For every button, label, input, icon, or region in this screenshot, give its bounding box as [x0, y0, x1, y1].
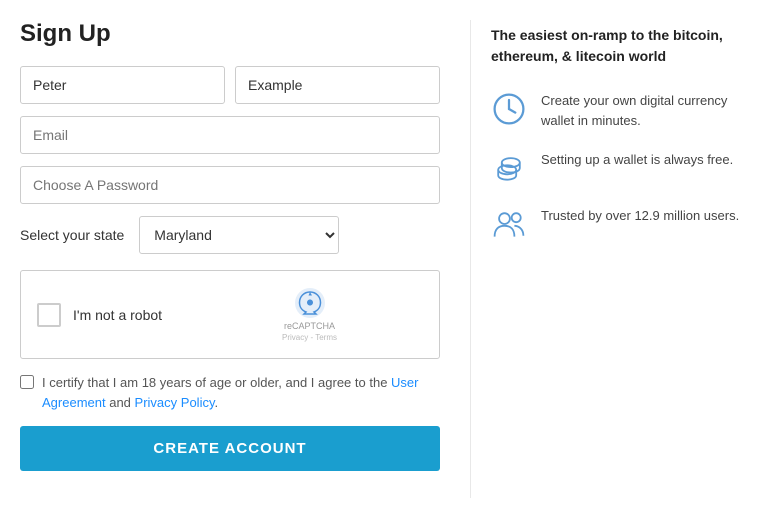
create-account-button[interactable]: CREATE ACCOUNT	[20, 426, 440, 471]
email-row	[20, 116, 440, 154]
privacy-policy-link[interactable]: Privacy Policy	[135, 395, 215, 410]
captcha-label: I'm not a robot	[73, 307, 162, 323]
recaptcha-logo-icon	[294, 287, 326, 319]
captcha-checkbox[interactable]	[37, 303, 61, 327]
state-select[interactable]: Maryland Alabama Alaska Arizona Arkansas…	[139, 216, 339, 254]
last-name-input[interactable]	[235, 66, 440, 104]
page-title: Sign Up	[20, 20, 440, 48]
state-row: Select your state Maryland Alabama Alask…	[20, 216, 440, 254]
feature-item-free: Setting up a wallet is always free.	[491, 150, 759, 186]
sidebar-panel: The easiest on-ramp to the bitcoin, ethe…	[470, 20, 759, 498]
users-icon	[491, 206, 527, 242]
state-label: Select your state	[20, 227, 124, 243]
recaptcha-sub: Privacy - Terms	[282, 333, 337, 342]
coins-icon	[491, 150, 527, 186]
captcha-inner: I'm not a robot reCAPTCHA Privacy - Term…	[37, 287, 337, 342]
feature-text-wallet: Create your own digital currency wallet …	[541, 91, 759, 130]
email-input[interactable]	[20, 116, 440, 154]
feature-text-free: Setting up a wallet is always free.	[541, 150, 733, 170]
tagline: The easiest on-ramp to the bitcoin, ethe…	[491, 25, 759, 67]
feature-text-users: Trusted by over 12.9 million users.	[541, 206, 739, 226]
feature-item-users: Trusted by over 12.9 million users.	[491, 206, 759, 242]
captcha-right: reCAPTCHA Privacy - Terms	[282, 287, 337, 342]
feature-item-wallet: Create your own digital currency wallet …	[491, 91, 759, 130]
password-row	[20, 166, 440, 204]
feature-list: Create your own digital currency wallet …	[491, 91, 759, 242]
terms-text: I certify that I am 18 years of age or o…	[42, 373, 440, 412]
captcha-container: I'm not a robot reCAPTCHA Privacy - Term…	[20, 270, 440, 359]
name-row	[20, 66, 440, 104]
captcha-left: I'm not a robot	[37, 303, 162, 327]
first-name-input[interactable]	[20, 66, 225, 104]
password-input[interactable]	[20, 166, 440, 204]
terms-checkbox[interactable]	[20, 375, 34, 389]
recaptcha-label: reCAPTCHA	[284, 321, 335, 331]
clock-icon	[491, 91, 527, 127]
signup-form-panel: Sign Up Select your state Maryland Alaba…	[20, 20, 470, 498]
terms-row: I certify that I am 18 years of age or o…	[20, 373, 440, 412]
